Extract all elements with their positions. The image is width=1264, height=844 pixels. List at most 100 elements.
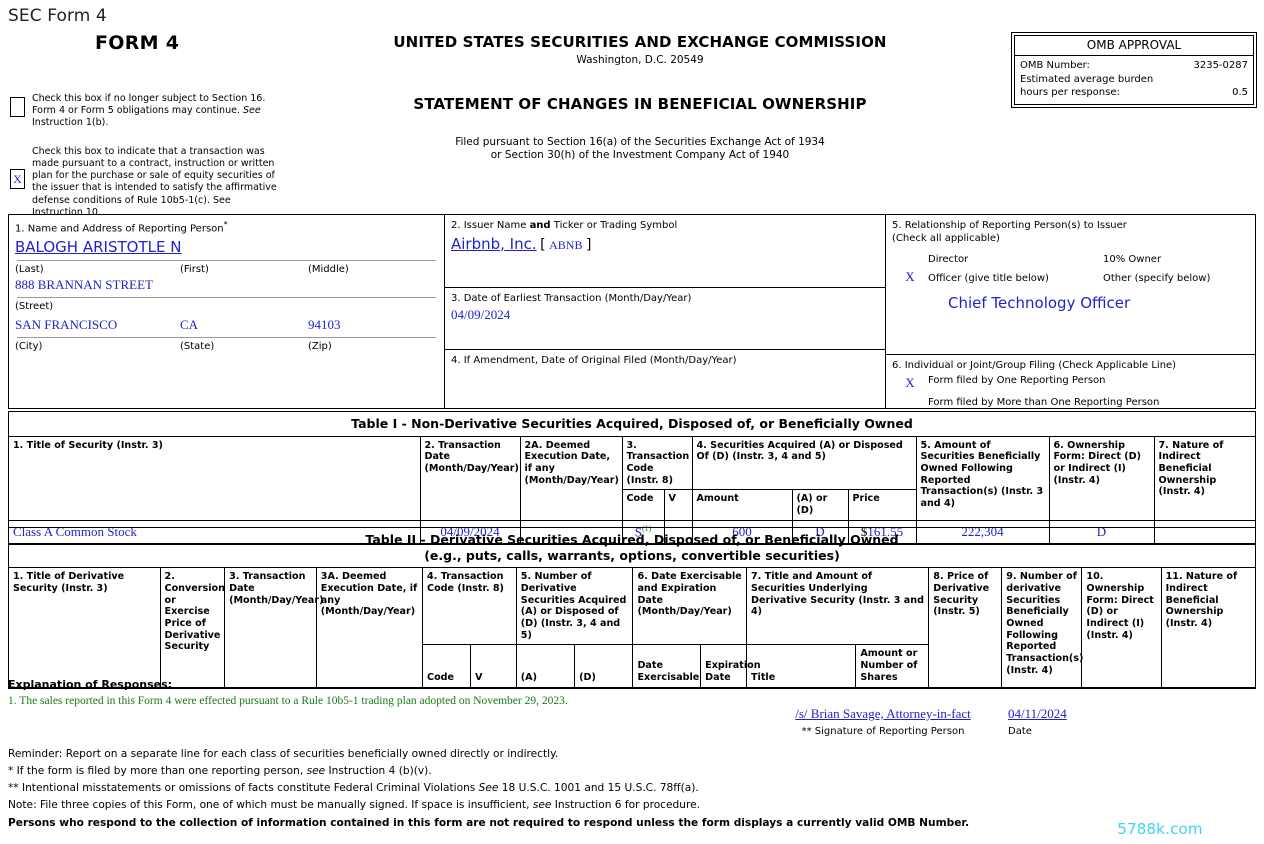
table-2-title-line2: (e.g., puts, calls, warrants, options, c… — [424, 547, 840, 563]
form-main-box: 1. Name and Address of Reporting Person*… — [8, 214, 1256, 409]
form-number-title: FORM 4 — [95, 32, 180, 54]
omb-hours-label: hours per response: — [1020, 87, 1120, 98]
table-1-title: Table I - Non-Derivative Securities Acqu… — [9, 412, 1255, 437]
omb-hours-value: 0.5 — [1232, 87, 1248, 98]
signature-date-value: 04/11/2024 — [1008, 706, 1067, 721]
t1-h-indirect-nature: 7. Nature of Indirect Beneficial Ownersh… — [1153, 436, 1255, 521]
t2-h-indirect-nature: 11. Nature of Indirect Beneficial Owners… — [1160, 568, 1255, 688]
issuer-column: 2. Issuer Name and Ticker or Trading Sym… — [444, 215, 885, 408]
omb-hours-row: hours per response: 0.5 — [1020, 86, 1248, 100]
t1-h-price-sub: Price — [847, 489, 917, 521]
t1-h-code-sub: Code — [621, 489, 665, 521]
amendment-date-box: 4. If Amendment, Date of Original Filed … — [445, 349, 885, 408]
header-center-block: UNITED STATES SECURITIES AND EXCHANGE CO… — [300, 30, 980, 162]
more-persons-checkbox[interactable] — [892, 394, 928, 411]
filing-type-row-more: Form filed by More than One Reporting Pe… — [892, 394, 1249, 411]
one-person-label: Form filed by One Reporting Person — [928, 375, 1106, 386]
footer-note-3-em: see — [532, 799, 552, 812]
table-1-container: Table I - Non-Derivative Securities Acqu… — [8, 411, 1256, 546]
reporting-person-city: SAN FRANCISCO — [15, 317, 118, 333]
reporting-person-zip: 94103 — [308, 317, 341, 333]
sec-form-4-page: SEC Form 4 FORM 4 UNITED STATES SECURITI… — [0, 0, 1264, 844]
earliest-transaction-date-value: 04/09/2024 — [451, 307, 511, 322]
omb-burden-row: Estimated average burden — [1020, 73, 1248, 87]
signature-value: /s/ Brian Savage, Attorney-in-fact — [795, 706, 971, 721]
label-last: (Last) — [15, 264, 44, 276]
table-1-header-row-1: 1. Title of Security (Instr. 3) 2. Trans… — [9, 436, 1255, 521]
reporting-person-name-link[interactable]: BALOGH ARISTOTLE N — [15, 238, 181, 256]
issuer-box: 2. Issuer Name and Ticker or Trading Sym… — [445, 215, 885, 287]
reporting-person-street: 888 BRANNAN STREET — [15, 277, 153, 293]
omb-title: OMB APPROVAL — [1015, 36, 1253, 56]
reporting-person-rule-1 — [17, 260, 436, 262]
table-2-title-line1: Table II - Derivative Securities Acquire… — [365, 532, 899, 547]
reporting-person-name-labels: (Last) (First) (Middle) — [15, 264, 438, 275]
omb-approval-box: OMB APPROVAL OMB Number: 3235-0287 Estim… — [1011, 32, 1257, 108]
relationship-box: 5. Relationship of Reporting Person(s) t… — [886, 215, 1255, 354]
t1-h-ad-sub: (A) or (D) — [791, 489, 849, 521]
omb-number-label: OMB Number: — [1020, 60, 1090, 71]
filed-pursuant-text: Filed pursuant to Section 16(a) of the S… — [300, 136, 980, 162]
t2-h-title: 1. Title of Derivative Security (Instr. … — [9, 568, 161, 688]
sec-form-label: SEC Form 4 — [8, 6, 107, 26]
rule10b5-1-checkbox-label: Check this box to indicate that a transa… — [32, 146, 277, 218]
footer-note-1-em: see — [306, 765, 326, 778]
reporting-person-rule-3 — [17, 337, 436, 339]
rule10b5-1-checkbox[interactable]: X — [10, 169, 25, 189]
footer-note-2-em: See — [478, 782, 499, 795]
document-footer: Explanation of Responses: 1. The sales r… — [8, 678, 1256, 829]
footer-reminder: Reminder: Report on a separate line for … — [8, 748, 559, 760]
footer-note-1-pre: * If the form is filed by more than one … — [8, 765, 307, 778]
signature-label: ** Signature of Reporting Person — [801, 726, 965, 737]
filing-type-row-one: X Form filed by One Reporting Person — [892, 372, 1249, 394]
one-person-checkbox[interactable]: X — [892, 372, 928, 394]
filing-type-box: 6. Individual or Joint/Group Filing (Che… — [886, 354, 1255, 408]
omb-number-value: 3235-0287 — [1193, 60, 1248, 71]
t2-h-ownership-form: 10. Ownership Form: Direct (D) or Indire… — [1081, 568, 1162, 688]
label-city: (City) — [15, 341, 43, 353]
omb-number-row: OMB Number: 3235-0287 — [1020, 59, 1248, 73]
agency-name: UNITED STATES SECURITIES AND EXCHANGE CO… — [393, 33, 887, 51]
filing-type-heading: 6. Individual or Joint/Group Filing (Che… — [892, 360, 1177, 371]
issuer-heading-post: Ticker or Trading Symbol — [550, 220, 678, 231]
amendment-date-heading: 4. If Amendment, Date of Original Filed … — [451, 355, 737, 366]
relationship-heading-2: (Check all applicable) — [892, 233, 1000, 244]
relationship-row-officer: X Officer (give title below) Other (spec… — [892, 269, 1249, 288]
reporting-person-heading: 1. Name and Address of Reporting Person* — [15, 219, 438, 235]
t2-h-number: 5. Number of Derivative Securities Acqui… — [515, 568, 634, 646]
explanation-title: Explanation of Responses: — [8, 678, 173, 691]
t1-h-deemed-date: 2A. Deemed Execution Date, if any (Month… — [519, 436, 623, 521]
reporting-person-rule-2 — [17, 297, 436, 299]
t2-h-conversion-price: 2. Conversion or Exercise Price of Deriv… — [159, 568, 226, 688]
signature-values-row: /s/ Brian Savage, Attorney-in-fact 04/11… — [758, 706, 1178, 722]
table-2: 1. Title of Derivative Security (Instr. … — [9, 568, 1255, 688]
table-2-header-row-1: 1. Title of Derivative Security (Instr. … — [9, 568, 1255, 688]
rule10b5-1-checkbox-group[interactable]: X Check this box to indicate that a tran… — [10, 146, 282, 219]
earliest-transaction-date-heading: 3. Date of Earliest Transaction (Month/D… — [451, 293, 692, 304]
footer-note-3-pre: Note: File three copies of this Form, on… — [8, 799, 533, 812]
issuer-value-row: Airbnb, Inc. [ ABNB ] — [451, 235, 879, 253]
officer-checkbox[interactable]: X — [892, 269, 928, 288]
form-top-row: 1. Name and Address of Reporting Person*… — [9, 215, 1255, 408]
t2-h-code: 4. Transaction Code (Instr. 8) — [422, 568, 517, 646]
issuer-ticker: ABNB — [549, 238, 583, 252]
director-label: Director — [928, 254, 969, 265]
owner10-label: 10% Owner — [1103, 254, 1162, 265]
footer-note-2: ** Intentional misstatements or omission… — [8, 780, 969, 797]
section16-checkbox[interactable] — [10, 97, 25, 117]
footer-note-4: Persons who respond to the collection of… — [8, 816, 970, 829]
section16-checkbox-group[interactable]: Check this box if no longer subject to S… — [10, 93, 280, 129]
t2-h-underlying: 7. Title and Amount of Securities Underl… — [745, 568, 930, 646]
t1-h-acquired: 4. Securities Acquired (A) or Disposed O… — [691, 436, 917, 491]
t2-h-price: 8. Price of Derivative Security (Instr. … — [928, 568, 1003, 688]
issuer-name-link[interactable]: Airbnb, Inc. — [451, 235, 537, 253]
other-label: Other (specify below) — [1103, 273, 1211, 284]
label-first: (First) — [180, 264, 209, 276]
t1-h-amount-sub: Amount — [691, 489, 793, 521]
t1-h-owned: 5. Amount of Securities Beneficially Own… — [915, 436, 1050, 521]
director-checkbox[interactable] — [892, 250, 928, 269]
reporting-person-street-labels: (Street) — [15, 301, 438, 312]
footer-note-3-post: Instruction 6 for procedure. — [551, 799, 700, 812]
reporting-person-asterisk: * — [223, 219, 228, 229]
agency-city: Washington, D.C. 20549 — [576, 54, 704, 66]
